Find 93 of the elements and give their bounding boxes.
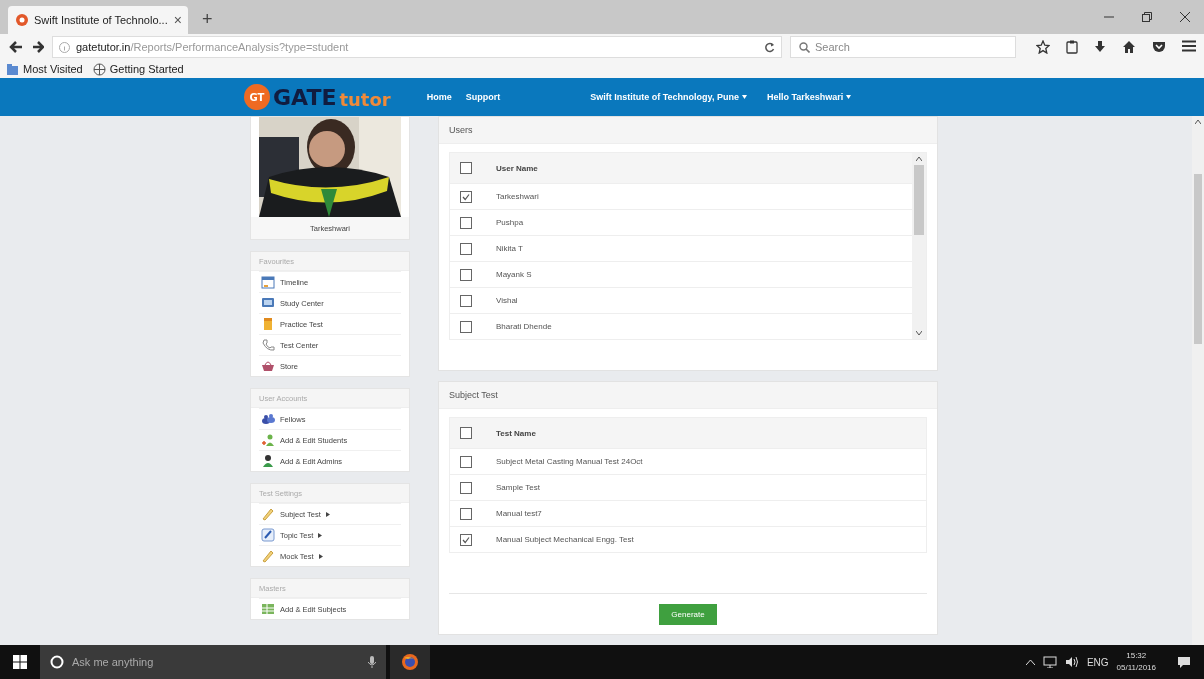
basket-icon — [261, 359, 275, 373]
people-icon — [261, 412, 275, 426]
info-icon — [59, 41, 70, 53]
table-cell: Mayank S — [496, 270, 532, 279]
pocket-icon[interactable] — [1152, 40, 1166, 54]
url-host: gatetutor.in — [76, 41, 131, 53]
search-field[interactable]: Ask me anything — [40, 645, 386, 679]
speaker-icon[interactable] — [1064, 656, 1079, 668]
scroll-thumb[interactable] — [1194, 174, 1202, 344]
checkbox[interactable] — [460, 455, 472, 468]
site-favicon — [16, 14, 28, 26]
scroll-down-icon — [916, 331, 922, 335]
scroll-thumb[interactable] — [914, 165, 924, 235]
person-add-icon — [261, 433, 275, 447]
home-icon[interactable] — [1122, 40, 1136, 54]
checkbox[interactable] — [460, 294, 472, 307]
clock[interactable]: 15:32 05/11/2016 — [1116, 650, 1156, 674]
table-cell: Bharati Dhende — [496, 322, 552, 331]
checkbox[interactable] — [460, 190, 472, 203]
logo-badge: GT — [244, 84, 270, 110]
pencil-icon — [261, 507, 275, 521]
caret-icon — [741, 95, 747, 99]
url-path: /Reports/PerformanceAnalysis?type=student — [130, 41, 349, 53]
pen-icon — [261, 528, 275, 542]
chevron-up-icon[interactable] — [1025, 659, 1035, 665]
star-icon[interactable] — [1036, 40, 1050, 54]
checkbox[interactable] — [460, 162, 472, 174]
close-tab-button[interactable]: × — [173, 12, 182, 28]
language-indicator[interactable]: ENG — [1086, 656, 1109, 668]
windows-icon[interactable] — [13, 655, 27, 669]
table-cell: Subject Metal Casting Manual Test 24Oct — [496, 457, 643, 466]
forward-icon[interactable] — [32, 41, 44, 53]
scroll-up-icon — [1195, 120, 1201, 124]
reload-icon[interactable] — [764, 41, 775, 53]
table-cell: Manual Subject Mechanical Engg. Test — [496, 535, 634, 544]
panel-title: Users — [439, 117, 937, 144]
nav-link[interactable]: Support — [465, 92, 501, 102]
logo-text: GATE — [273, 84, 337, 110]
checkbox[interactable] — [460, 320, 472, 333]
checkbox[interactable] — [460, 268, 472, 281]
address-bar[interactable]: gatetutor.in/Reports/PerformanceAnalysis?type=student — [52, 36, 782, 58]
tab-title: Swift Institute of Technolo... — [34, 14, 168, 26]
checkbox[interactable] — [460, 216, 472, 229]
monitor-icon — [261, 296, 275, 310]
network-icon[interactable] — [1042, 656, 1057, 668]
checkbox[interactable] — [460, 533, 472, 546]
table-cell: Pushpa — [496, 218, 524, 227]
checkbox[interactable] — [460, 427, 472, 439]
microphone-icon — [368, 656, 376, 668]
phone-icon — [261, 338, 275, 352]
browser-tab[interactable]: Swift Institute of Technolo... × — [8, 6, 188, 34]
check-icon — [462, 192, 470, 201]
table-cell: Manual test7 — [496, 509, 542, 518]
clipboard-icon[interactable] — [1066, 40, 1078, 54]
nav-dropdown[interactable]: Hello Tarkeshwari — [766, 92, 852, 102]
table-icon — [261, 602, 275, 616]
scroll-up-icon — [916, 157, 922, 161]
page-scrollbar[interactable] — [1192, 116, 1204, 645]
bookmark-item[interactable]: Most Visited — [6, 62, 83, 76]
bookmark-item[interactable]: Getting Started — [92, 62, 184, 76]
new-tab-button[interactable]: + — [196, 8, 219, 31]
close-icon[interactable] — [1180, 12, 1190, 22]
pencil-icon — [261, 549, 275, 563]
table-cell: Vishal — [496, 296, 518, 305]
back-icon[interactable] — [8, 39, 24, 55]
person-icon — [261, 454, 275, 468]
menu-icon[interactable] — [1182, 40, 1196, 52]
caret-icon — [846, 95, 852, 99]
note-icon — [261, 317, 275, 331]
download-icon[interactable] — [1094, 40, 1106, 54]
folder-icon — [6, 62, 19, 76]
search-icon — [799, 41, 810, 53]
table-cell: Nikita T — [496, 244, 523, 253]
calendar-icon — [261, 275, 275, 289]
nav-link[interactable]: Home — [426, 92, 452, 102]
restore-icon[interactable] — [1142, 12, 1152, 22]
search-field[interactable]: Search — [790, 36, 1016, 58]
check-icon — [462, 535, 470, 544]
checkbox[interactable] — [460, 242, 472, 255]
checkbox[interactable] — [460, 507, 472, 520]
panel-title: Subject Test — [439, 382, 937, 409]
column-header: User Name — [496, 163, 538, 173]
table-cell: Sample Test — [496, 483, 540, 492]
browser-icon[interactable] — [401, 653, 419, 671]
checkbox[interactable] — [460, 481, 472, 494]
table-cell: Tarkeshwari — [496, 192, 539, 201]
scrollbar[interactable] — [912, 153, 926, 339]
column-header: Test Name — [496, 428, 536, 438]
logo-text: tutor — [339, 88, 391, 110]
cortana-icon — [50, 655, 64, 669]
notification-icon[interactable] — [1177, 655, 1191, 669]
nav-dropdown[interactable]: Swift Institute of Technology, Pune — [590, 92, 747, 102]
globe-icon — [92, 62, 106, 76]
